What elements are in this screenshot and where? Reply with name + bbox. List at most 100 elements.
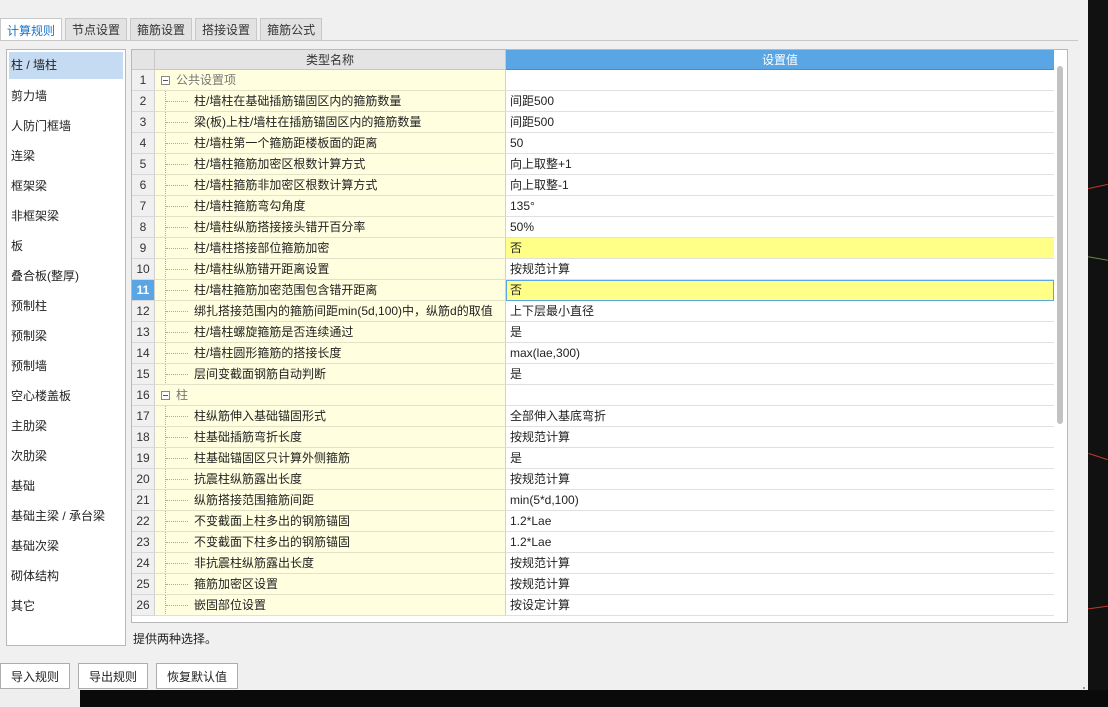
row-number[interactable]: 13 <box>132 322 155 343</box>
row-number[interactable]: 14 <box>132 343 155 364</box>
component-list-item[interactable]: 框架梁 <box>7 171 125 201</box>
row-number[interactable]: 3 <box>132 112 155 133</box>
row-number[interactable]: 15 <box>132 364 155 385</box>
row-number[interactable]: 17 <box>132 406 155 427</box>
grid-row[interactable]: 24 非抗震柱纵筋露出长度 按规范计算 <box>132 553 1054 574</box>
component-list-item[interactable]: 柱 / 墙柱 <box>9 52 123 79</box>
row-setting-value[interactable]: 是 <box>506 322 1054 343</box>
row-number[interactable]: 2 <box>132 91 155 112</box>
grid-row[interactable]: 4 柱/墙柱第一个箍筋距楼板面的距离 50 <box>132 133 1054 154</box>
grid-row[interactable]: 7 柱/墙柱箍筋弯勾角度 135° <box>132 196 1054 217</box>
row-number[interactable]: 21 <box>132 490 155 511</box>
grid-row[interactable]: 15 层间变截面钢筋自动判断 是 <box>132 364 1054 385</box>
component-list-item[interactable]: 叠合板(整厚) <box>7 261 125 291</box>
grid-row[interactable]: 19 柱基础锚固区只计算外侧箍筋 是 <box>132 448 1054 469</box>
row-setting-value[interactable]: 135° <box>506 196 1054 217</box>
grid-row[interactable]: 3 梁(板)上柱/墙柱在插筋锚固区内的箍筋数量 间距500 <box>132 112 1054 133</box>
row-setting-value[interactable] <box>506 385 1054 406</box>
scrollbar-thumb[interactable] <box>1057 66 1063 424</box>
component-list-item[interactable]: 剪力墙 <box>7 81 125 111</box>
component-list-item[interactable]: 预制柱 <box>7 291 125 321</box>
row-setting-value[interactable]: 按规范计算 <box>506 259 1054 280</box>
row-setting-value[interactable]: max(lae,300) <box>506 343 1054 364</box>
component-list-item[interactable]: 砌体结构 <box>7 561 125 591</box>
component-list-item[interactable]: 次肋梁 <box>7 441 125 471</box>
row-setting-value[interactable]: 否 <box>506 280 1054 301</box>
row-setting-value[interactable]: 1.2*Lae <box>506 511 1054 532</box>
tab-node-settings[interactable]: 节点设置 <box>65 18 128 40</box>
row-setting-value[interactable]: 是 <box>506 364 1054 385</box>
grid-row[interactable]: 25 箍筋加密区设置 按规范计算 <box>132 574 1054 595</box>
tab-stirrup-formula[interactable]: 箍筋公式 <box>260 18 323 40</box>
row-setting-value[interactable]: 向上取整+1 <box>506 154 1054 175</box>
component-list-item[interactable]: 基础 <box>7 471 125 501</box>
grid-row[interactable]: 8 柱/墙柱纵筋搭接接头错开百分率 50% <box>132 217 1054 238</box>
grid-row[interactable]: 11 柱/墙柱箍筋加密范围包含错开距离 否 <box>132 280 1054 301</box>
component-list-item[interactable]: 非框架梁 <box>7 201 125 231</box>
component-list-item[interactable]: 空心楼盖板 <box>7 381 125 411</box>
grid-row[interactable]: 21 纵筋搭接范围箍筋间距 min(5*d,100) <box>132 490 1054 511</box>
row-setting-value[interactable]: 按规范计算 <box>506 427 1054 448</box>
export-rules-button[interactable]: 导出规则 <box>78 663 149 689</box>
row-number[interactable]: 19 <box>132 448 155 469</box>
row-number[interactable]: 18 <box>132 427 155 448</box>
grid-group-row[interactable]: 1 公共设置项 <box>132 70 1054 91</box>
component-list-item[interactable]: 预制梁 <box>7 321 125 351</box>
row-number[interactable]: 23 <box>132 532 155 553</box>
grid-row[interactable]: 17 柱纵筋伸入基础锚固形式 全部伸入基底弯折 <box>132 406 1054 427</box>
row-number[interactable]: 22 <box>132 511 155 532</box>
row-setting-value[interactable]: 按设定计算 <box>506 595 1054 616</box>
row-number[interactable]: 9 <box>132 238 155 259</box>
row-number[interactable]: 12 <box>132 301 155 322</box>
row-setting-value[interactable]: 1.2*Lae <box>506 532 1054 553</box>
grid-row[interactable]: 2 柱/墙柱在基础插筋锚固区内的箍筋数量 间距500 <box>132 91 1054 112</box>
row-setting-value[interactable]: 间距500 <box>506 112 1054 133</box>
component-type-list[interactable]: 柱 / 墙柱 剪力墙 人防门框墙 连梁 框架梁 非框架梁板叠合板(整厚) 预制柱 预制梁 预制墙… <box>6 49 126 646</box>
component-list-item[interactable]: 其它 <box>7 591 125 621</box>
component-list-item[interactable]: 人防门框墙 <box>7 111 125 141</box>
row-setting-value[interactable]: 50% <box>506 217 1054 238</box>
grid-row[interactable]: 23 不变截面下柱多出的钢筋锚固 1.2*Lae <box>132 532 1054 553</box>
grid-row[interactable]: 13 柱/墙柱螺旋箍筋是否连续通过 是 <box>132 322 1054 343</box>
grid-row[interactable]: 18 柱基础插筋弯折长度 按规范计算 <box>132 427 1054 448</box>
component-list-item[interactable]: 板 <box>7 231 125 261</box>
row-number[interactable]: 1 <box>132 70 155 91</box>
grid-row[interactable]: 5 柱/墙柱箍筋加密区根数计算方式 向上取整+1 <box>132 154 1054 175</box>
row-number[interactable]: 6 <box>132 175 155 196</box>
grid-row[interactable]: 22 不变截面上柱多出的钢筋锚固 1.2*Lae <box>132 511 1054 532</box>
row-number[interactable]: 20 <box>132 469 155 490</box>
component-list-item[interactable]: 基础次梁 <box>7 531 125 561</box>
collapse-toggle-icon[interactable] <box>161 76 170 85</box>
row-setting-value[interactable]: 上下层最小直径 <box>506 301 1054 322</box>
row-number[interactable]: 24 <box>132 553 155 574</box>
component-list-item[interactable]: 预制墙 <box>7 351 125 381</box>
grid-row[interactable]: 12 绑扎搭接范围内的箍筋间距min(5d,100)中，纵筋d的取值 上下层最小直径 <box>132 301 1054 322</box>
row-setting-value[interactable]: 全部伸入基底弯折 <box>506 406 1054 427</box>
component-list-item[interactable]: 连梁 <box>7 141 125 171</box>
tab-stirrup-settings[interactable]: 箍筋设置 <box>130 18 193 40</box>
tab-lap-settings[interactable]: 搭接设置 <box>195 18 258 40</box>
grid-row[interactable]: 10 柱/墙柱纵筋错开距离设置 按规范计算 <box>132 259 1054 280</box>
row-number[interactable]: 26 <box>132 595 155 616</box>
row-setting-value[interactable] <box>506 70 1054 91</box>
row-setting-value[interactable]: 按规范计算 <box>506 469 1054 490</box>
restore-defaults-button[interactable]: 恢复默认值 <box>156 663 239 689</box>
row-setting-value[interactable]: 是 <box>506 448 1054 469</box>
row-setting-value[interactable]: min(5*d,100) <box>506 490 1054 511</box>
import-rules-button[interactable]: 导入规则 <box>0 663 71 689</box>
row-setting-value[interactable]: 按规范计算 <box>506 574 1054 595</box>
row-number[interactable]: 5 <box>132 154 155 175</box>
row-setting-value[interactable]: 50 <box>506 133 1054 154</box>
grid-row[interactable]: 9 柱/墙柱搭接部位箍筋加密 否 <box>132 238 1054 259</box>
grid-row[interactable]: 6 柱/墙柱箍筋非加密区根数计算方式 向上取整-1 <box>132 175 1054 196</box>
row-setting-value[interactable]: 否 <box>506 238 1054 259</box>
row-setting-value[interactable]: 按规范计算 <box>506 553 1054 574</box>
tab-calculation-rules[interactable]: 计算规则 <box>0 18 63 41</box>
row-number[interactable]: 11 <box>132 280 155 301</box>
row-number[interactable]: 8 <box>132 217 155 238</box>
grid-group-row[interactable]: 16 柱 <box>132 385 1054 406</box>
grid-vertical-scrollbar[interactable] <box>1054 52 1066 620</box>
row-number[interactable]: 16 <box>132 385 155 406</box>
component-list-item[interactable]: 基础主梁 / 承台梁 <box>7 501 125 531</box>
grid-row[interactable]: 20 抗震柱纵筋露出长度 按规范计算 <box>132 469 1054 490</box>
